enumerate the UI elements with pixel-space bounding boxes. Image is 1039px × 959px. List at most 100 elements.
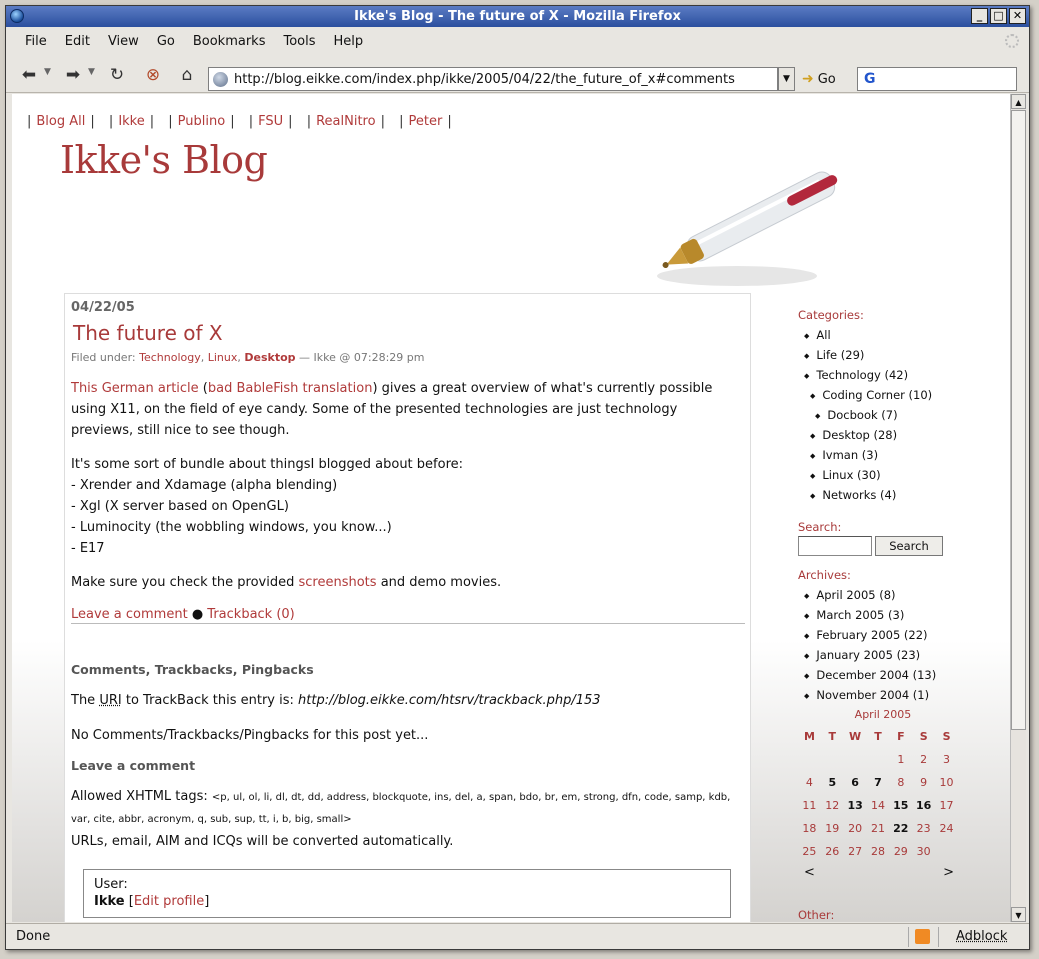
archive-item[interactable]: December 2004 (13): [798, 666, 978, 686]
category-item[interactable]: Coding Corner (10): [798, 386, 978, 406]
allowed-tags: Allowed XHTML tags: <p, ul, ol, li, dl, …: [71, 786, 741, 830]
calendar-day: [798, 748, 821, 771]
archive-item[interactable]: February 2005 (22): [798, 626, 978, 646]
back-arrow-icon[interactable]: ⬅: [18, 65, 40, 85]
category-linux-link[interactable]: Linux: [208, 351, 238, 364]
vertical-scrollbar[interactable]: ▲ ▼: [1010, 94, 1026, 922]
reload-icon[interactable]: ↻: [106, 65, 128, 85]
trackback-url: http://blog.eikke.com/htsrv/trackback.ph…: [298, 693, 601, 708]
minimize-button[interactable]: _: [971, 8, 988, 24]
screenshots-link[interactable]: screenshots: [298, 575, 376, 590]
google-search-icon[interactable]: G: [864, 71, 876, 87]
calendar-day: [844, 748, 867, 771]
menu-edit[interactable]: Edit: [56, 34, 99, 49]
calendar-day: 3: [943, 753, 951, 766]
scroll-thumb[interactable]: [1011, 110, 1026, 730]
author-time: — Ikke @ 07:28:29 pm: [299, 351, 425, 364]
edit-profile-link[interactable]: Edit profile: [134, 894, 204, 909]
calendar-day[interactable]: 15: [889, 794, 912, 817]
calendar-day: [935, 840, 958, 863]
nav-publino[interactable]: Publino: [178, 114, 226, 129]
nav-fsu[interactable]: FSU: [258, 114, 283, 129]
menu-tools[interactable]: Tools: [274, 34, 324, 49]
babelfish-link[interactable]: bad BableFish translation: [208, 381, 373, 396]
nav-blog-all[interactable]: Blog All: [36, 114, 85, 129]
other-title: Other:: [798, 908, 835, 922]
post-title[interactable]: The future of X: [73, 321, 223, 345]
stop-icon[interactable]: ⊗: [142, 65, 164, 85]
filed-label: Filed under:: [71, 351, 136, 364]
calendar-day[interactable]: 6: [844, 771, 867, 794]
rss-feed-icon[interactable]: [915, 929, 930, 944]
forward-arrow-icon[interactable]: ➡: [62, 65, 84, 85]
scroll-down-icon[interactable]: ▼: [1011, 907, 1026, 922]
archive-item[interactable]: March 2005 (3): [798, 606, 978, 626]
category-item[interactable]: Docbook (7): [798, 406, 978, 426]
category-desktop-link[interactable]: Desktop: [244, 351, 295, 364]
calendar-caption[interactable]: April 2005: [798, 708, 968, 721]
web-search-box[interactable]: G: [857, 67, 1017, 91]
german-article-link[interactable]: This German article: [71, 381, 199, 396]
sidebar-search-input[interactable]: [798, 536, 872, 556]
adblock-button[interactable]: Adblock: [956, 929, 1007, 944]
calendar-day: 25: [802, 845, 817, 858]
back-dropdown-icon[interactable]: ▼: [44, 67, 51, 77]
address-dropdown-icon[interactable]: ▼: [778, 67, 795, 91]
home-icon[interactable]: ⌂: [176, 65, 198, 85]
menu-help[interactable]: Help: [325, 34, 373, 49]
category-item[interactable]: Life (29): [798, 346, 978, 366]
calendar-day[interactable]: 7: [867, 771, 890, 794]
calendar-weekday: F: [897, 730, 905, 743]
navigation-toolbar: ⬅ ▼ ➡ ▼ ↻ ⊗ ⌂ http://blog.eikke.com/inde…: [6, 55, 1029, 93]
nav-ikke[interactable]: Ikke: [118, 114, 144, 129]
archive-item[interactable]: November 2004 (1): [798, 686, 978, 706]
category-technology-link[interactable]: Technology: [139, 351, 201, 364]
status-divider: [938, 927, 939, 947]
scroll-up-icon[interactable]: ▲: [1011, 94, 1026, 109]
calendar-day[interactable]: 22: [889, 817, 912, 840]
category-item[interactable]: All: [798, 326, 978, 346]
maximize-button[interactable]: □: [990, 8, 1007, 24]
category-item[interactable]: Networks (4): [798, 486, 978, 506]
address-bar[interactable]: http://blog.eikke.com/index.php/ikke/200…: [208, 67, 778, 91]
sidebar-search-button[interactable]: Search: [875, 536, 943, 556]
address-url[interactable]: http://blog.eikke.com/index.php/ikke/200…: [234, 72, 735, 87]
archives-list: April 2005 (8) March 2005 (3) February 2…: [798, 586, 978, 706]
forward-dropdown-icon[interactable]: ▼: [88, 67, 95, 77]
blog-nav: | Blog All | | Ikke | | Publino | | FSU | | RealN…: [27, 114, 452, 129]
leave-comment-link[interactable]: Leave a comment: [71, 607, 188, 622]
close-button[interactable]: ✕: [1009, 8, 1026, 24]
category-item[interactable]: Technology (42): [798, 366, 978, 386]
calendar-day: 2: [920, 753, 928, 766]
blog-title[interactable]: Ikke's Blog: [60, 138, 268, 182]
nav-peter[interactable]: Peter: [408, 114, 442, 129]
menu-view[interactable]: View: [99, 34, 148, 49]
bundle-list: It's some sort of bundle about thingsI b…: [71, 454, 741, 559]
archive-item[interactable]: April 2005 (8): [798, 586, 978, 606]
calendar-day[interactable]: 5: [821, 771, 844, 794]
archives-title: Archives:: [798, 568, 851, 582]
menu-bookmarks[interactable]: Bookmarks: [184, 34, 275, 49]
calendar-next-link[interactable]: >: [943, 865, 954, 880]
calendar-day[interactable]: 13: [844, 794, 867, 817]
archive-item[interactable]: January 2005 (23): [798, 646, 978, 666]
calendar-day[interactable]: 16: [912, 794, 935, 817]
calendar-day: 28: [870, 845, 885, 858]
bundle-item: - Xgl (X server based on OpenGL): [71, 499, 289, 514]
go-button[interactable]: ➜ Go: [802, 71, 836, 87]
go-arrow-icon: ➜: [802, 71, 814, 87]
category-item[interactable]: Linux (30): [798, 466, 978, 486]
menu-go[interactable]: Go: [148, 34, 184, 49]
calendar-prev-link[interactable]: <: [804, 865, 815, 880]
category-item[interactable]: Ivman (3): [798, 446, 978, 466]
uri-pre: The: [71, 693, 96, 708]
calendar-day: 19: [825, 822, 840, 835]
menu-file[interactable]: File: [16, 34, 56, 49]
trackback-link[interactable]: Trackback (0): [207, 607, 294, 622]
nav-realnitro[interactable]: RealNitro: [316, 114, 375, 129]
calendar-day: 23: [916, 822, 931, 835]
status-divider: [908, 927, 909, 947]
category-item[interactable]: Desktop (28): [798, 426, 978, 446]
calendar-weekday: S: [919, 730, 928, 743]
calendar-weekday: M: [803, 730, 815, 743]
